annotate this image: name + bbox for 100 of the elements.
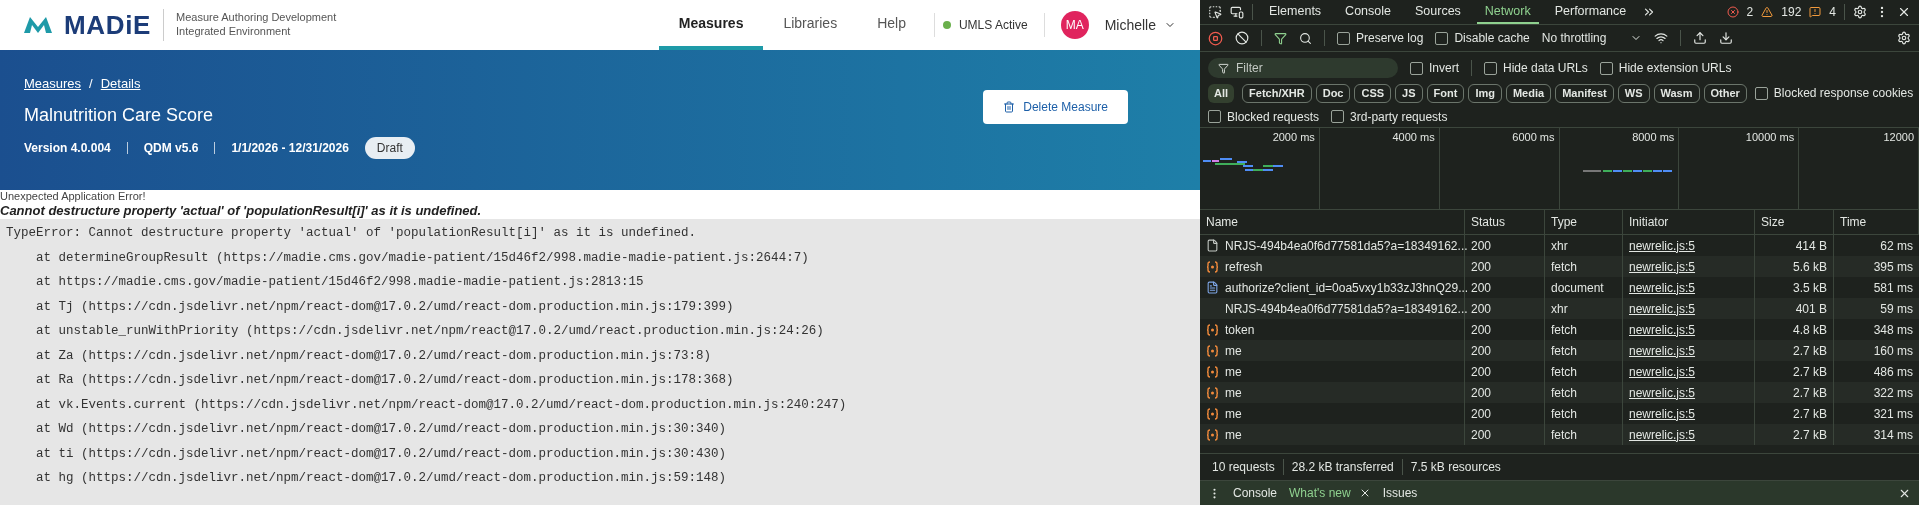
delete-measure-button[interactable]: Delete Measure [983, 90, 1128, 124]
timeline-tick-label: 10000 ms [1745, 132, 1795, 143]
filter-chip[interactable]: Media [1505, 83, 1552, 103]
drawer-tab[interactable]: Console [1233, 484, 1278, 502]
checkbox[interactable] [1435, 31, 1449, 45]
filter-icon[interactable] [1274, 31, 1287, 45]
column-header[interactable]: Time [1834, 210, 1919, 234]
avatar[interactable]: MA [1060, 11, 1089, 39]
table-cell-text: 322 ms [1872, 384, 1914, 402]
checkbox[interactable] [1484, 61, 1497, 75]
table-cell-text: 321 ms [1872, 405, 1914, 423]
table-cell: 2.7 kB [1755, 382, 1834, 403]
request-name[interactable]: NRJS-494b4ea0f6d77581da5?a=18349162... [1225, 236, 1468, 255]
device-icon[interactable] [1230, 5, 1244, 19]
settings-icon[interactable] [1853, 5, 1867, 19]
request-name[interactable]: me [1225, 383, 1242, 402]
filter-field[interactable]: Filter [1208, 58, 1398, 78]
initiator-link[interactable]: newrelic.js:5 [1629, 383, 1696, 402]
braces-icon [1206, 344, 1219, 357]
table-cell-text: 160 ms [1872, 342, 1914, 360]
drawer-tab[interactable]: What's new [1289, 484, 1351, 502]
download-icon[interactable] [1719, 31, 1734, 45]
filter-chip[interactable]: Font [1426, 83, 1465, 103]
request-name[interactable]: me [1225, 425, 1242, 444]
column-header[interactable]: Status [1465, 210, 1545, 234]
devtools-tab[interactable]: Sources [1407, 0, 1469, 24]
braces-icon [1206, 260, 1219, 273]
filter-chip[interactable]: Img [1468, 83, 1502, 103]
user-menu-button[interactable]: Michelle [1104, 14, 1176, 36]
filter-chip[interactable]: CSS [1354, 83, 1392, 103]
initiator-link[interactable]: newrelic.js:5 [1629, 236, 1696, 255]
throttling-dropdown[interactable]: No throttling [1541, 29, 1643, 47]
initiator-link[interactable]: newrelic.js:5 [1629, 278, 1696, 297]
timeline-tick-label: 8000 ms [1632, 132, 1675, 143]
app-subtitle: Measure Authoring Development [176, 11, 337, 25]
initiator-link[interactable]: newrelic.js:5 [1629, 299, 1696, 318]
table-cell: fetch [1545, 424, 1623, 445]
initiator-link[interactable]: newrelic.js:5 [1629, 341, 1696, 360]
nav-tab[interactable]: Libraries [763, 0, 858, 50]
filter-chip[interactable]: WS [1617, 83, 1650, 103]
filter-chip[interactable]: Fetch/XHR [1242, 83, 1312, 103]
timeline-tick-label: 4000 ms [1392, 132, 1435, 143]
request-name[interactable]: me [1225, 362, 1242, 381]
error-message: Cannot destructure property 'actual' of 'populationResult[i]' as it is undefined. [0, 203, 1200, 219]
upload-icon[interactable] [1693, 31, 1708, 45]
breadcrumb-link[interactable]: Measures [24, 74, 82, 94]
request-name[interactable]: NRJS-494b4ea0f6d77581da5?a=18349162... [1225, 299, 1468, 318]
filter-chip[interactable]: Doc [1315, 83, 1351, 103]
measure-meta: 1/1/2026 - 12/31/2026 [231, 139, 349, 157]
clear-icon[interactable] [1235, 31, 1249, 45]
table-cell-text: 59 ms [1879, 300, 1914, 318]
close-icon[interactable] [1897, 5, 1911, 19]
checkbox-label: Preserve log [1356, 30, 1424, 47]
table-cell: fetch [1545, 340, 1623, 361]
inspect-icon[interactable] [1208, 5, 1222, 19]
request-name[interactable]: me [1225, 341, 1242, 360]
initiator-link[interactable]: newrelic.js:5 [1629, 362, 1696, 381]
devtools-tab[interactable]: Performance [1546, 0, 1635, 24]
initiator-link[interactable]: newrelic.js:5 [1629, 320, 1696, 339]
devtools-tab[interactable]: Elements [1261, 0, 1330, 24]
filter-chip[interactable]: Other [1703, 83, 1747, 103]
filter-chip[interactable]: Manifest [1555, 83, 1614, 103]
timeline-tick-label: 6000 ms [1512, 132, 1555, 143]
request-name[interactable]: token [1225, 320, 1255, 339]
checkbox[interactable] [1599, 61, 1613, 75]
table-cell: 200 [1465, 382, 1545, 403]
table-cell: 200 [1465, 256, 1545, 277]
network-conditions-icon[interactable] [1654, 31, 1669, 45]
column-header[interactable]: Type [1545, 210, 1623, 234]
checkbox[interactable] [1331, 110, 1345, 123]
filter-chip[interactable]: All [1208, 83, 1235, 103]
checkbox-label: Hide extension URLs [1618, 60, 1732, 77]
breadcrumb-link[interactable]: Details [100, 74, 141, 94]
measure-title: Malnutrition Care Score [24, 103, 215, 127]
drawer-tab[interactable]: Issues [1382, 484, 1418, 502]
settings-icon[interactable] [1897, 31, 1911, 45]
table-cell: 5.6 kB [1755, 256, 1834, 277]
checkbox[interactable] [1208, 110, 1221, 123]
filter-chip[interactable]: JS [1395, 83, 1423, 103]
checkbox-label: 3rd-party requests [1350, 108, 1448, 126]
record-icon[interactable] [1208, 30, 1223, 46]
checkbox[interactable] [1410, 61, 1423, 75]
column-header[interactable]: Size [1755, 210, 1834, 234]
search-icon[interactable] [1299, 31, 1312, 45]
request-name[interactable]: me [1225, 404, 1242, 423]
braces-icon [1206, 428, 1219, 441]
initiator-link[interactable]: newrelic.js:5 [1629, 425, 1696, 444]
filter-chip[interactable]: Wasm [1653, 83, 1700, 103]
initiator-link[interactable]: newrelic.js:5 [1629, 404, 1696, 423]
column-header[interactable]: Initiator [1623, 210, 1755, 234]
request-name[interactable]: refresh [1225, 257, 1263, 276]
column-header[interactable]: Name [1200, 210, 1465, 234]
nav-tab[interactable]: Help [857, 0, 926, 50]
checkbox[interactable] [1754, 86, 1768, 100]
devtools-tab[interactable]: Console [1337, 0, 1399, 24]
table-cell: 200 [1465, 340, 1545, 361]
table-cell-text: 581 ms [1872, 279, 1914, 297]
initiator-link[interactable]: newrelic.js:5 [1629, 257, 1696, 276]
devtools-tab[interactable]: Network [1476, 0, 1539, 24]
checkbox[interactable] [1337, 31, 1350, 45]
